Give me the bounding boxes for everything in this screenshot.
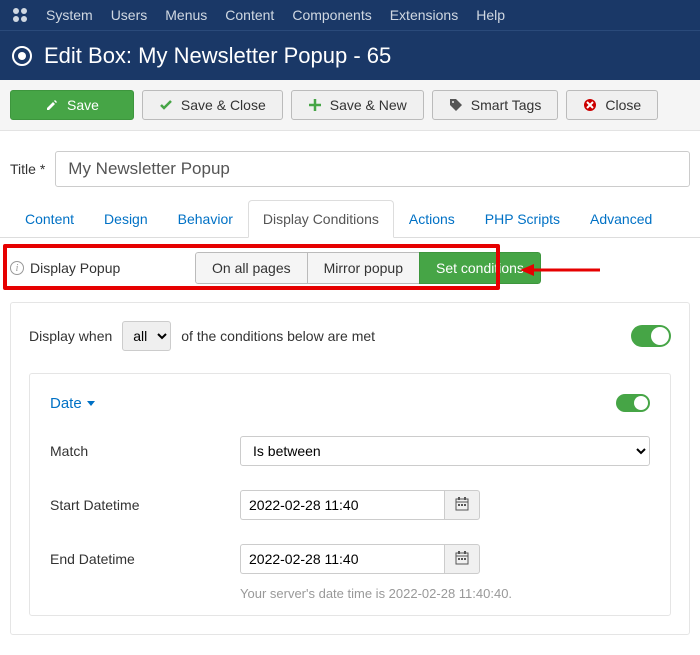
end-calendar-button[interactable] bbox=[444, 544, 480, 574]
plus-icon bbox=[308, 98, 322, 112]
tab-bar: Content Design Behavior Display Conditio… bbox=[0, 199, 700, 238]
condition-date-panel: Date Match Is between Start Datetime bbox=[29, 373, 671, 616]
display-when-text-after: of the conditions below are met bbox=[181, 328, 375, 344]
title-input[interactable] bbox=[55, 151, 690, 187]
title-label: Title * bbox=[10, 161, 45, 177]
smart-tags-button[interactable]: Smart Tags bbox=[432, 90, 559, 120]
calendar-icon bbox=[455, 551, 469, 568]
tag-icon bbox=[449, 98, 463, 112]
display-popup-segmented: On all pages Mirror popup Set conditions bbox=[195, 252, 541, 284]
tab-advanced[interactable]: Advanced bbox=[575, 200, 667, 238]
admin-top-bar: System Users Menus Content Components Ex… bbox=[0, 0, 700, 30]
calendar-icon bbox=[455, 497, 469, 514]
display-popup-label: Display Popup bbox=[30, 260, 120, 276]
tab-php-scripts[interactable]: PHP Scripts bbox=[470, 200, 575, 238]
chevron-down-icon bbox=[87, 401, 95, 406]
admin-menu-extensions[interactable]: Extensions bbox=[390, 7, 458, 23]
close-icon bbox=[583, 98, 597, 112]
start-datetime-label: Start Datetime bbox=[50, 497, 240, 513]
start-calendar-button[interactable] bbox=[444, 490, 480, 520]
page-title-bar: Edit Box: My Newsletter Popup - 65 bbox=[0, 30, 700, 80]
admin-menu-content[interactable]: Content bbox=[225, 7, 274, 23]
tab-display-conditions[interactable]: Display Conditions bbox=[248, 200, 394, 238]
conditions-master-toggle[interactable] bbox=[631, 325, 671, 347]
title-field-row: Title * bbox=[0, 131, 700, 199]
conditions-header-row: Display when all of the conditions below… bbox=[29, 321, 671, 351]
record-icon bbox=[12, 46, 32, 66]
pencil-icon bbox=[45, 98, 59, 112]
conditions-logic-select[interactable]: all bbox=[122, 321, 171, 351]
page-title: Edit Box: My Newsletter Popup - 65 bbox=[44, 43, 391, 69]
end-datetime-label: End Datetime bbox=[50, 551, 240, 567]
server-time-hint: Your server's date time is 2022-02-28 11… bbox=[240, 586, 650, 601]
admin-menu-system[interactable]: System bbox=[46, 7, 93, 23]
annotation-arrow-icon bbox=[520, 260, 600, 280]
match-label: Match bbox=[50, 443, 240, 459]
start-datetime-input[interactable] bbox=[240, 490, 444, 520]
admin-menu-help[interactable]: Help bbox=[476, 7, 505, 23]
condition-date-toggle[interactable] bbox=[616, 394, 650, 412]
info-icon: i bbox=[10, 261, 24, 275]
save-close-button[interactable]: Save & Close bbox=[142, 90, 283, 120]
close-button[interactable]: Close bbox=[566, 90, 658, 120]
tab-actions[interactable]: Actions bbox=[394, 200, 470, 238]
joomla-logo-icon bbox=[12, 7, 28, 23]
match-select[interactable]: Is between bbox=[240, 436, 650, 466]
action-toolbar: Save Save & Close Save & New Smart Tags … bbox=[0, 80, 700, 131]
condition-type-dropdown[interactable]: Date bbox=[50, 395, 95, 412]
tab-behavior[interactable]: Behavior bbox=[163, 200, 248, 238]
save-button[interactable]: Save bbox=[10, 90, 134, 120]
seg-mirror-popup[interactable]: Mirror popup bbox=[307, 252, 420, 284]
check-icon bbox=[159, 98, 173, 112]
tab-content[interactable]: Content bbox=[10, 200, 89, 238]
save-new-button[interactable]: Save & New bbox=[291, 90, 424, 120]
admin-menu-users[interactable]: Users bbox=[111, 7, 148, 23]
conditions-panel: Display when all of the conditions below… bbox=[10, 302, 690, 635]
seg-all-pages[interactable]: On all pages bbox=[195, 252, 308, 284]
admin-menu-components[interactable]: Components bbox=[292, 7, 371, 23]
admin-menu-menus[interactable]: Menus bbox=[165, 7, 207, 23]
end-datetime-input[interactable] bbox=[240, 544, 444, 574]
tab-design[interactable]: Design bbox=[89, 200, 163, 238]
display-when-text-before: Display when bbox=[29, 328, 112, 344]
